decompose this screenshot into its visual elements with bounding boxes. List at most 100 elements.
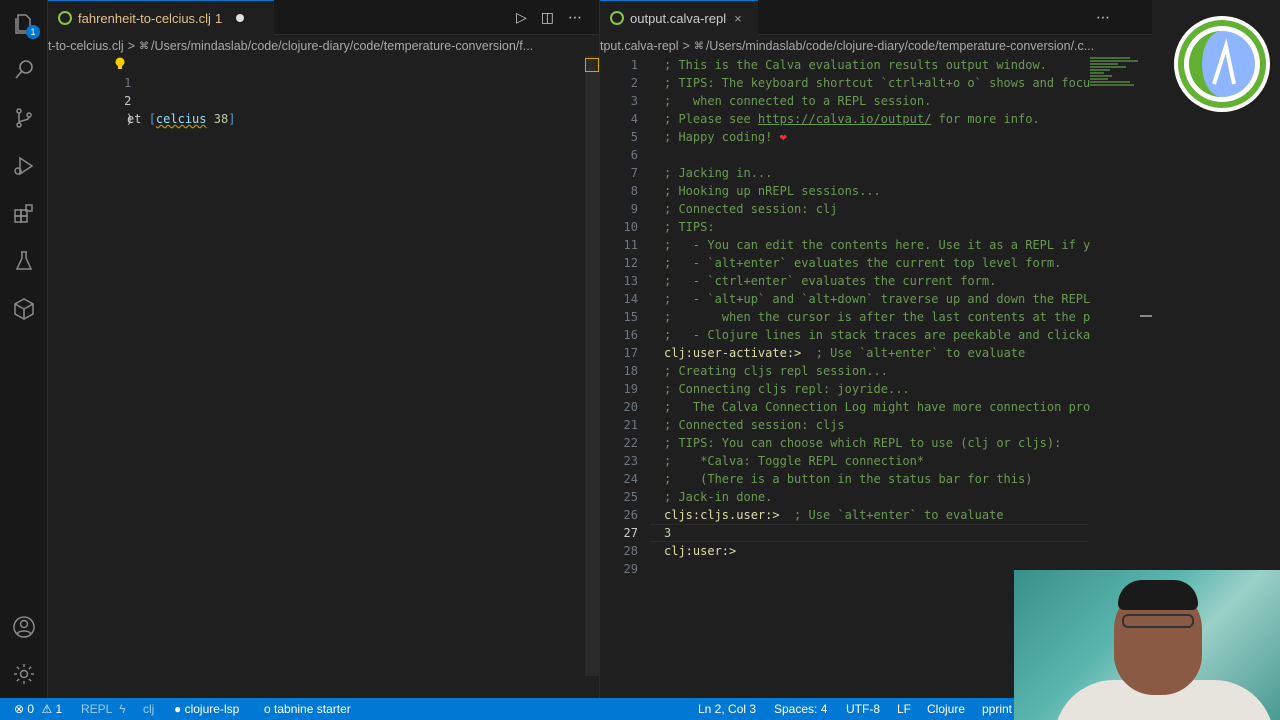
more-actions-icon[interactable]: ⋯ bbox=[568, 9, 582, 26]
minimap[interactable] bbox=[1090, 56, 1140, 96]
code-text: ; Connected session: clj bbox=[664, 202, 838, 216]
code-text: ; This is the Calva evaluation results o… bbox=[664, 58, 1047, 72]
code-text: ; TIPS: bbox=[664, 220, 715, 234]
code-line: 3 ; when connected to a REPL session. bbox=[600, 92, 1090, 110]
line-number: 28 bbox=[623, 544, 638, 558]
code-line: 25 ; Jack-in done. bbox=[600, 488, 1090, 506]
code-line: 26 cljs:cljs.user:> ; Use `alt+enter` to … bbox=[600, 506, 1090, 524]
package-icon[interactable] bbox=[12, 297, 36, 321]
tab-output-calva-repl[interactable]: output.calva-repl × bbox=[600, 0, 758, 35]
error-icon: ⊗ bbox=[14, 702, 25, 716]
heart-icon: ❤ bbox=[779, 130, 787, 144]
clojure-lsp-status[interactable]: ● clojure-lsp bbox=[174, 698, 239, 720]
code-line: 2 ; TIPS: The keyboard shortcut `ctrl+alt… bbox=[600, 74, 1090, 92]
code-text: ; - `alt+enter` evaluates the current to… bbox=[664, 256, 1062, 270]
language-mode[interactable]: Clojure bbox=[927, 698, 965, 720]
account-icon[interactable] bbox=[12, 615, 36, 639]
clojure-file-icon bbox=[58, 11, 72, 25]
code-text: ; when connected to a REPL session. bbox=[664, 94, 932, 108]
line-number: 16 bbox=[623, 328, 638, 342]
search-icon[interactable] bbox=[12, 58, 36, 82]
person-glasses bbox=[1122, 614, 1194, 628]
code-text: ; - `alt+up` and `alt+down` traverse up … bbox=[664, 292, 1090, 306]
line-number: 14 bbox=[623, 292, 638, 306]
line-number: 13 bbox=[623, 274, 638, 288]
indentation[interactable]: Spaces: 4 bbox=[774, 698, 827, 720]
left-scrollbar[interactable] bbox=[585, 56, 599, 676]
source-control-icon[interactable] bbox=[12, 106, 36, 130]
namespace-icon: ⌘ bbox=[693, 40, 704, 52]
code-text: ; Connecting cljs repl: joyride... bbox=[664, 382, 910, 396]
breadcrumb-file[interactable]: t-to-celcius.clj bbox=[48, 39, 124, 53]
breadcrumb-path[interactable]: /Users/mindaslab/code/clojure-diary/code… bbox=[706, 39, 1094, 53]
current-line-highlight bbox=[650, 524, 1088, 542]
code-text: et [celcius 38] bbox=[127, 110, 235, 128]
code-text: ; - Clojure lines in stack traces are pe… bbox=[664, 328, 1090, 342]
line-number: 25 bbox=[623, 490, 638, 504]
code-bracket: [ bbox=[148, 112, 156, 126]
code-line: 1 et [celcius 38] bbox=[48, 56, 599, 126]
problems-indicator[interactable]: ⊗ 0 ⚠ 1 bbox=[14, 698, 62, 720]
code-text: ; Jack-in done. bbox=[664, 490, 773, 504]
settings-gear-icon[interactable] bbox=[12, 662, 36, 686]
warning-icon: ⚠ bbox=[41, 702, 53, 716]
line-number: 5 bbox=[630, 130, 638, 144]
code-bracket: ] bbox=[228, 112, 236, 126]
tabnine-label: tabnine starter bbox=[274, 702, 351, 716]
extensions-icon[interactable] bbox=[12, 202, 36, 226]
repl-prompt: cljs:cljs.user:> bbox=[664, 508, 780, 522]
more-actions-icon[interactable]: ⋯ bbox=[1096, 9, 1110, 26]
line-number: 1 bbox=[630, 58, 638, 72]
tabnine-status[interactable]: o tabnine starter bbox=[264, 698, 351, 720]
code-text: ; - You can edit the contents here. Use … bbox=[664, 238, 1090, 252]
cursor-position[interactable]: Ln 2, Col 3 bbox=[698, 698, 756, 720]
code-line: 11 ; - You can edit the contents here. Us… bbox=[600, 236, 1090, 254]
line-number: 2 bbox=[124, 94, 132, 108]
line-number: 17 bbox=[623, 346, 638, 360]
repl-output-content[interactable]: 1 ; This is the Calva evaluation results … bbox=[600, 56, 1090, 578]
code-comment: ; Happy coding! bbox=[664, 130, 780, 144]
code-symbol: celcius bbox=[155, 112, 207, 126]
code-text: ) bbox=[126, 112, 134, 126]
line-number: 18 bbox=[623, 364, 638, 378]
run-icon[interactable]: ▷ bbox=[516, 9, 527, 26]
code-comment: ; Use `alt+enter` to evaluate bbox=[779, 508, 1004, 522]
breadcrumb-sep: > bbox=[127, 39, 136, 53]
left-editor-group: fahrenheit-to-celcius.clj 1 ▷ ◫ ⋯ t-to-c… bbox=[48, 0, 599, 698]
line-number: 23 bbox=[623, 454, 638, 468]
code-line: 10 ; TIPS: bbox=[600, 218, 1090, 236]
lsp-label: clojure-lsp bbox=[184, 702, 240, 716]
close-icon[interactable]: × bbox=[734, 11, 742, 26]
encoding[interactable]: UTF-8 bbox=[846, 698, 880, 720]
end-of-line[interactable]: LF bbox=[897, 698, 911, 720]
code-text: clj:user-activate:> ; Use `alt+enter` to… bbox=[664, 344, 1025, 362]
line-number: 3 bbox=[630, 94, 638, 108]
split-editor-icon[interactable]: ◫ bbox=[541, 9, 554, 26]
run-debug-icon[interactable] bbox=[12, 154, 36, 178]
code-text: ; Happy coding! ❤ bbox=[664, 128, 787, 146]
clj-session[interactable]: clj bbox=[143, 698, 154, 720]
calva-output-link[interactable]: https://calva.io/output/ bbox=[758, 112, 931, 126]
line-number: 6 bbox=[630, 148, 638, 162]
code-line: 28 clj:user:> bbox=[600, 542, 1090, 560]
breadcrumb-file[interactable]: tput.calva-repl bbox=[600, 39, 679, 53]
overview-ruler-marker bbox=[585, 58, 599, 72]
left-editor-content[interactable]: 1 et [celcius 38] 2 ) bbox=[48, 56, 599, 126]
pprint-toggle[interactable]: pprint bbox=[982, 698, 1012, 720]
line-number: 20 bbox=[623, 400, 638, 414]
line-number: 9 bbox=[630, 202, 638, 216]
line-number: 21 bbox=[623, 418, 638, 432]
breadcrumb-sep: > bbox=[682, 39, 690, 53]
tab-fahrenheit-to-celcius[interactable]: fahrenheit-to-celcius.clj 1 bbox=[48, 0, 274, 35]
line-number: 29 bbox=[623, 562, 638, 576]
line-number: 15 bbox=[623, 310, 638, 324]
code-line: 1 ; This is the Calva evaluation results … bbox=[600, 56, 1090, 74]
code-text: ; Hooking up nREPL sessions... bbox=[664, 184, 881, 198]
breadcrumb-path[interactable]: /Users/mindaslab/code/clojure-diary/code… bbox=[151, 39, 533, 53]
unsaved-dot-icon[interactable] bbox=[236, 14, 245, 22]
code-text: ; (There is a button in the status bar f… bbox=[664, 472, 1033, 486]
lightbulb-icon[interactable] bbox=[114, 57, 126, 71]
code-text: ; TIPS: The keyboard shortcut `ctrl+alt+… bbox=[664, 76, 1090, 90]
repl-status[interactable]: REPL ϟ bbox=[81, 698, 126, 720]
testing-icon[interactable] bbox=[12, 249, 36, 273]
